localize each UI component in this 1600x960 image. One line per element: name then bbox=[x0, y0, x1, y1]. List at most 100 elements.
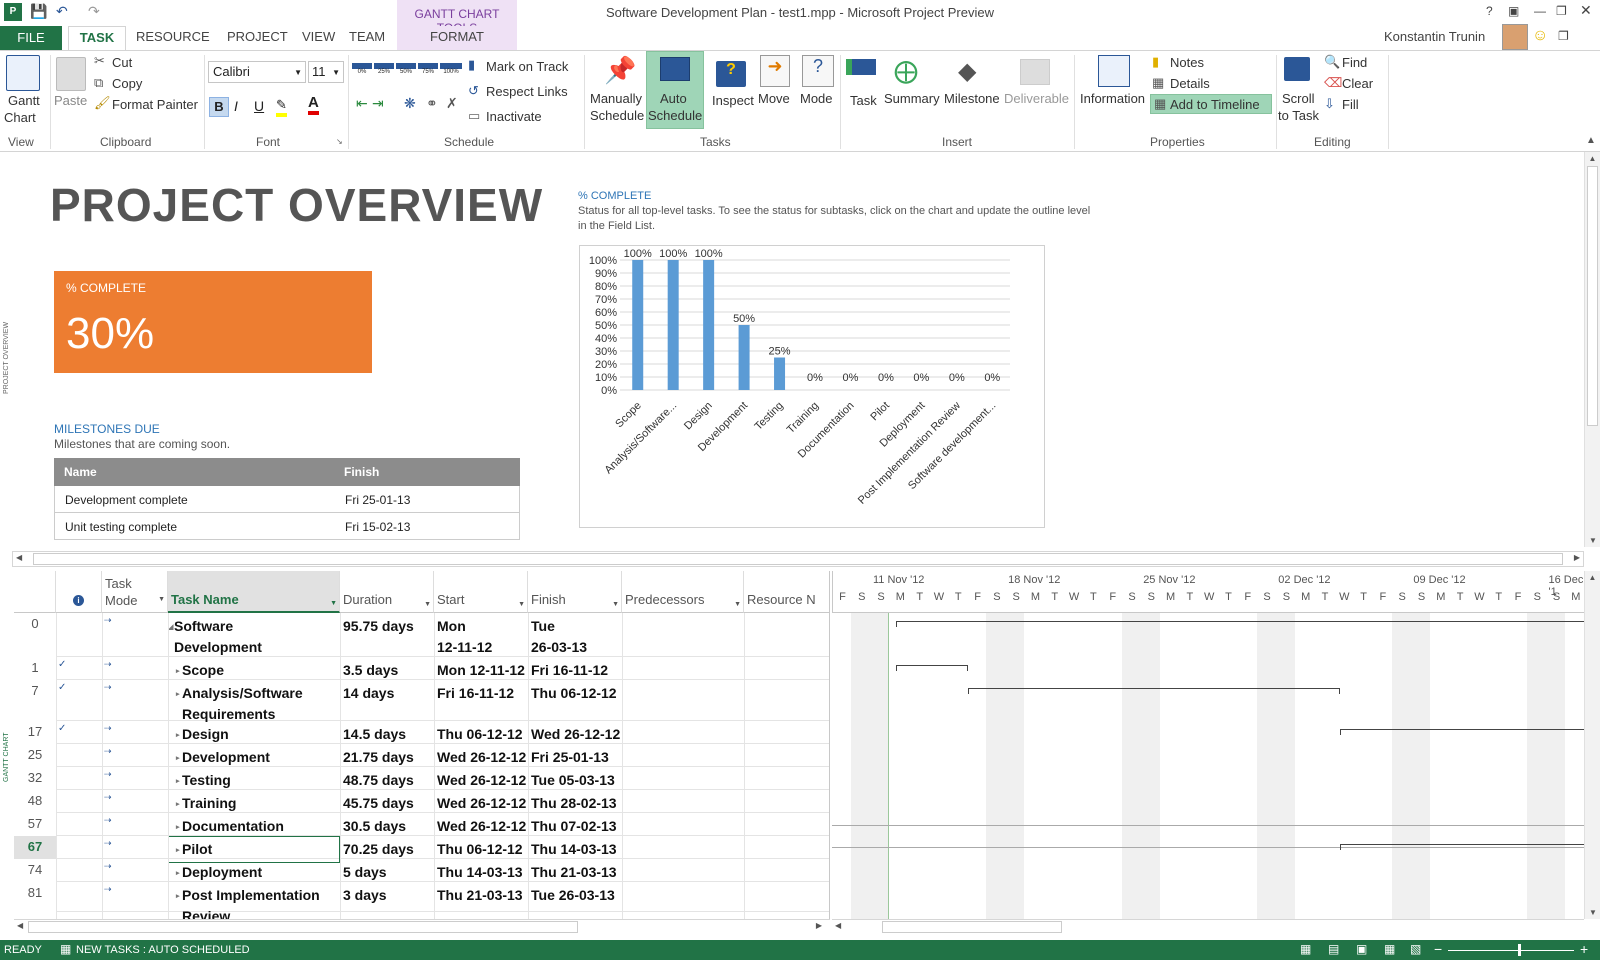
timescale-day[interactable]: S bbox=[1528, 591, 1547, 603]
report-vertical-scrollbar[interactable]: ▲ ▼ bbox=[1584, 152, 1600, 547]
gantt-vertical-scrollbar[interactable]: ▲ ▼ bbox=[1584, 571, 1600, 919]
format-painter-button[interactable]: Format Painter bbox=[112, 97, 198, 112]
fill-icon[interactable]: ⇩ bbox=[1324, 96, 1335, 112]
gantt-chart-icon[interactable] bbox=[6, 55, 40, 91]
information-icon[interactable] bbox=[1098, 55, 1130, 87]
manually-schedule-button-line2[interactable]: Schedule bbox=[590, 108, 644, 123]
timescale-day[interactable]: T bbox=[1316, 591, 1335, 603]
timescale-week[interactable]: 25 Nov '12 bbox=[1143, 574, 1195, 586]
inspect-button[interactable]: Inspect bbox=[712, 93, 754, 108]
resource-cell[interactable] bbox=[744, 680, 829, 686]
report-icon[interactable]: ▧ bbox=[1410, 942, 1421, 956]
filter-dropdown-icon[interactable]: ▼ bbox=[424, 601, 431, 608]
finish-header[interactable]: Finish ▼ bbox=[528, 571, 622, 613]
timescale-day[interactable]: M bbox=[1161, 591, 1180, 603]
cut-button[interactable]: Cut bbox=[112, 55, 132, 70]
user-name[interactable]: Konstantin Trunin bbox=[1384, 29, 1485, 44]
report-horizontal-scrollbar[interactable]: ◀ ▶ bbox=[12, 551, 1584, 567]
row-id[interactable]: 67 bbox=[14, 836, 56, 859]
scroll-down-icon[interactable]: ▼ bbox=[1585, 536, 1600, 545]
predecessors-cell[interactable] bbox=[622, 836, 744, 842]
resource-cell[interactable] bbox=[744, 767, 829, 773]
notes-icon[interactable]: ▮ bbox=[1152, 54, 1159, 70]
resource-names-header[interactable]: Resource N bbox=[744, 571, 829, 613]
timescale-day[interactable]: S bbox=[987, 591, 1006, 603]
tab-format[interactable]: FORMAT bbox=[397, 26, 517, 50]
timescale-day[interactable]: F bbox=[833, 591, 852, 603]
format-painter-icon[interactable]: 🖌 bbox=[94, 95, 111, 111]
ribbon-display-icon[interactable]: ▣ bbox=[1508, 4, 1519, 18]
scroll-thumb[interactable] bbox=[882, 921, 1062, 933]
row-id[interactable]: 0 bbox=[14, 613, 56, 657]
insert-task-button[interactable]: Task bbox=[850, 93, 877, 108]
select-all-corner[interactable] bbox=[14, 571, 56, 613]
timescale-day[interactable]: T bbox=[1219, 591, 1238, 603]
highlight-icon[interactable]: ✎ bbox=[276, 97, 287, 117]
timescale-day[interactable]: M bbox=[1026, 591, 1045, 603]
timescale-day[interactable]: W bbox=[930, 591, 949, 603]
scroll-thumb[interactable] bbox=[33, 553, 1563, 565]
table-row[interactable]: 0 ⇢ ◢ Software Development 95.75 days Mon 12-11… bbox=[14, 613, 829, 657]
move-icon[interactable]: ➜ bbox=[760, 55, 790, 87]
resource-cell[interactable] bbox=[744, 859, 829, 865]
tab-file[interactable]: FILE bbox=[0, 26, 62, 50]
font-family-select[interactable]: Calibri ▼ bbox=[208, 61, 306, 83]
find-button[interactable]: Find bbox=[1342, 55, 1367, 70]
row-id[interactable]: 25 bbox=[14, 744, 56, 767]
milestone-icon[interactable]: ◆ bbox=[958, 57, 976, 86]
expand-icon[interactable]: ▸ bbox=[176, 817, 180, 838]
unlink-icon[interactable]: ✗ bbox=[446, 95, 458, 112]
timescale-day[interactable]: T bbox=[1180, 591, 1199, 603]
pct-75-button[interactable]: 75% bbox=[418, 61, 438, 83]
timescale-day[interactable]: S bbox=[1393, 591, 1412, 603]
filter-dropdown-icon[interactable]: ▼ bbox=[518, 601, 525, 608]
tab-resource[interactable]: RESOURCE bbox=[136, 29, 210, 44]
predecessors-header[interactable]: Predecessors ▼ bbox=[622, 571, 744, 613]
pct-100-button[interactable]: 100% bbox=[440, 61, 462, 83]
scroll-to-task-icon[interactable] bbox=[1284, 57, 1310, 81]
predecessors-cell[interactable] bbox=[622, 721, 744, 727]
gantt-summary-bar[interactable] bbox=[1340, 844, 1584, 850]
table-row[interactable]: 81 ⇢ ▸ Post Implementation Review 3 days Thu 2… bbox=[14, 882, 829, 919]
move-button[interactable]: Move bbox=[758, 91, 790, 106]
resource-cell[interactable] bbox=[744, 613, 829, 619]
expand-icon[interactable]: ▸ bbox=[176, 748, 180, 769]
link-icon[interactable]: ⚭ bbox=[426, 95, 438, 112]
eraser-icon[interactable]: ⌫ bbox=[1324, 75, 1342, 91]
resource-cell[interactable] bbox=[744, 657, 829, 663]
gantt-chart-button[interactable]: Gantt bbox=[8, 93, 40, 108]
timescale-day[interactable]: W bbox=[1065, 591, 1084, 603]
duration-cell[interactable]: 3 days bbox=[340, 882, 434, 909]
start-header[interactable]: Start ▼ bbox=[434, 571, 528, 613]
predecessors-cell[interactable] bbox=[622, 859, 744, 865]
expand-icon[interactable]: ▸ bbox=[176, 794, 180, 815]
timescale-day[interactable]: F bbox=[1373, 591, 1392, 603]
predecessors-cell[interactable] bbox=[622, 744, 744, 750]
filter-dropdown-icon[interactable]: ▼ bbox=[734, 601, 741, 608]
close-button[interactable]: ✕ bbox=[1580, 2, 1592, 19]
timescale-day[interactable]: S bbox=[872, 591, 891, 603]
timescale-week[interactable]: 09 Dec '12 bbox=[1413, 574, 1465, 586]
mark-on-track-icon[interactable]: ▮ bbox=[468, 57, 475, 73]
start-cell[interactable]: Mon 12-11-12 bbox=[434, 613, 528, 661]
predecessors-cell[interactable] bbox=[622, 882, 744, 888]
predecessors-cell[interactable] bbox=[622, 680, 744, 686]
status-new-tasks[interactable]: NEW TASKS : AUTO SCHEDULED bbox=[76, 944, 250, 956]
row-id[interactable]: 57 bbox=[14, 813, 56, 836]
outdent-icon[interactable]: ⇤ bbox=[356, 95, 368, 112]
expand-icon[interactable]: ▸ bbox=[176, 886, 180, 907]
mode-button[interactable]: Mode bbox=[800, 91, 833, 106]
zoom-slider[interactable] bbox=[1448, 950, 1574, 951]
filter-dropdown-icon[interactable]: ▼ bbox=[158, 591, 165, 608]
details-icon[interactable]: ▦ bbox=[1152, 75, 1164, 91]
task-name-cell[interactable]: ◢ Software Development bbox=[168, 613, 340, 661]
details-button[interactable]: Details bbox=[1170, 76, 1210, 91]
resource-cell[interactable] bbox=[744, 721, 829, 727]
inactivate-button[interactable]: Inactivate bbox=[486, 109, 542, 124]
inspect-icon[interactable]: ? bbox=[716, 61, 746, 87]
expand-icon[interactable]: ▸ bbox=[176, 684, 180, 705]
duration-cell[interactable]: 95.75 days bbox=[340, 613, 434, 640]
gantt-summary-bar[interactable] bbox=[1340, 729, 1584, 735]
resource-cell[interactable] bbox=[744, 813, 829, 819]
scroll-right-icon[interactable]: ▶ bbox=[1574, 553, 1580, 562]
